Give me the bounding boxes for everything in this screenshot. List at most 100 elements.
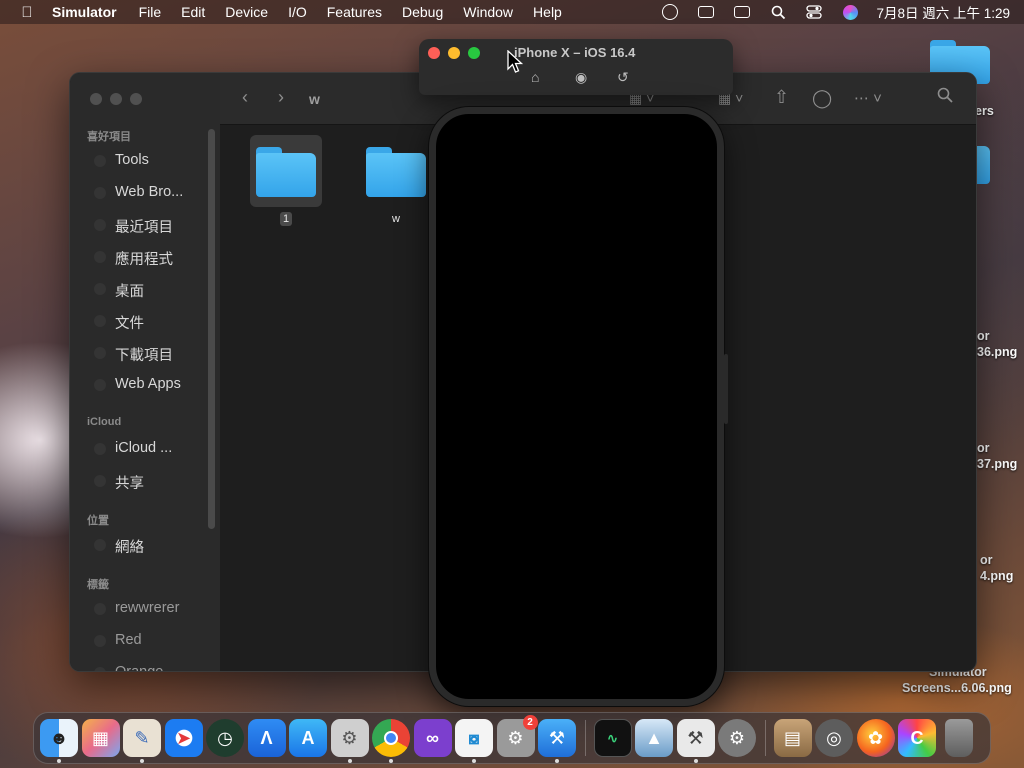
minimize-button[interactable] bbox=[448, 47, 460, 59]
color-picker-icon[interactable]: C bbox=[898, 719, 936, 757]
sidebar-item-network[interactable]: 網絡 bbox=[115, 536, 144, 557]
running-indicator bbox=[389, 759, 393, 763]
desktop-item-label[interactable]: 37.png bbox=[977, 457, 1017, 471]
screenshot-icon[interactable]: ◉ bbox=[575, 69, 587, 86]
settings-icon[interactable]: ⚙ bbox=[718, 719, 756, 757]
system-settings-icon[interactable]: ⚙ 2 bbox=[496, 715, 538, 757]
menu-features[interactable]: Features bbox=[327, 4, 382, 20]
sidebar-item-icon bbox=[94, 283, 106, 295]
sidebar-tag-rewwrerer[interactable]: rewwrerer bbox=[115, 600, 179, 616]
instruments-icon[interactable]: ⚒ bbox=[676, 719, 715, 763]
automator-icon[interactable]: ⚙ bbox=[330, 719, 369, 763]
menu-io[interactable]: I/O bbox=[288, 4, 307, 20]
sidebar-item-icloud-drive[interactable]: iCloud ... bbox=[115, 440, 172, 456]
sidebar-header-favorites: 喜好項目 bbox=[87, 131, 131, 143]
search-icon[interactable] bbox=[768, 4, 788, 20]
menu-clock[interactable]: 7月8日 週六 上午 1:29 bbox=[876, 2, 1010, 22]
sidebar-item-applications[interactable]: 應用程式 bbox=[115, 248, 173, 269]
menu-edit[interactable]: Edit bbox=[181, 4, 205, 20]
running-indicator bbox=[693, 759, 698, 763]
trash-icon[interactable] bbox=[944, 719, 973, 757]
chrome-icon[interactable] bbox=[372, 719, 410, 763]
mouse-cursor-icon bbox=[507, 50, 523, 73]
dock: ☻ ▦ ✎ ➤ ◷ Λ A ⚙ ∞ ⧇ ⚙ 2 ⚒ ∿ ▲ ⚒ ⚙ ▤ ◎ ✿ C bbox=[33, 712, 991, 764]
sidebar-item-tools[interactable]: Tools bbox=[115, 152, 149, 168]
screen-record-icon[interactable] bbox=[660, 4, 680, 20]
sidebar-item-documents[interactable]: 文件 bbox=[115, 312, 144, 333]
control-center-icon[interactable] bbox=[804, 4, 824, 20]
more-actions-icon[interactable]: ⋯ ˅ bbox=[854, 89, 882, 107]
menu-file[interactable]: File bbox=[139, 4, 162, 20]
apple-menu-icon[interactable]:  bbox=[18, 4, 36, 21]
sidebar-scrollbar[interactable] bbox=[208, 129, 215, 529]
simulator-title: iPhone X – iOS 16.4 bbox=[514, 45, 636, 60]
sidebar-item-web-apps[interactable]: Web Apps bbox=[115, 376, 181, 392]
siri-icon[interactable] bbox=[840, 4, 860, 20]
xcode-icon[interactable]: ⚒ bbox=[538, 719, 576, 763]
zoom-button[interactable] bbox=[468, 47, 480, 59]
close-button[interactable] bbox=[90, 93, 102, 105]
sidebar-tag-red[interactable]: Red bbox=[115, 632, 142, 648]
window-title: w bbox=[309, 91, 320, 107]
appstore-connect-icon[interactable]: Λ bbox=[247, 719, 286, 757]
forward-icon[interactable]: › bbox=[278, 87, 284, 108]
zoom-button[interactable] bbox=[130, 93, 142, 105]
home-icon[interactable]: ⌂ bbox=[531, 69, 539, 85]
safari-icon[interactable]: ➤ bbox=[164, 719, 203, 757]
menu-help[interactable]: Help bbox=[533, 4, 562, 20]
sidebar-item-web-browser[interactable]: Web Bro... bbox=[115, 184, 183, 200]
menu-bar:  Simulator File Edit Device I/O Feature… bbox=[0, 0, 1024, 24]
menu-app-simulator[interactable]: Simulator bbox=[52, 4, 117, 20]
sidebar-item-downloads[interactable]: 下載項目 bbox=[115, 344, 173, 365]
app-store-icon[interactable]: A bbox=[289, 719, 327, 757]
finder-icon[interactable]: ☻ bbox=[40, 719, 78, 763]
visual-studio-icon[interactable]: ∞ bbox=[413, 719, 452, 757]
desktop-item-label[interactable]: 36.png bbox=[977, 345, 1017, 359]
tag-icon[interactable]: ◯ bbox=[812, 88, 832, 109]
sidebar-item-icon bbox=[94, 347, 106, 359]
desktop-item-label[interactable]: or bbox=[980, 553, 993, 567]
desktop-item-label[interactable]: 4.png bbox=[980, 569, 1013, 583]
firefox-icon[interactable]: ✿ bbox=[856, 719, 895, 757]
time-machine-icon[interactable]: ◷ bbox=[206, 719, 244, 757]
close-button[interactable] bbox=[428, 47, 440, 59]
desktop-item-label[interactable]: or bbox=[977, 329, 990, 343]
device-screen[interactable] bbox=[429, 107, 728, 706]
dock-separator bbox=[584, 720, 586, 756]
simulator-titlebar: iPhone X – iOS 16.4 ⌂ ◉ ↺ bbox=[419, 39, 733, 95]
share-icon[interactable]: ⇧ bbox=[774, 87, 789, 108]
sidebar-tag-orange[interactable]: Orange bbox=[115, 664, 163, 671]
tag-dot-icon bbox=[94, 667, 106, 671]
archive-icon[interactable]: ▤ bbox=[773, 719, 812, 757]
menu-debug[interactable]: Debug bbox=[402, 4, 443, 20]
sidebar-item-recents[interactable]: 最近項目 bbox=[115, 216, 173, 237]
sidebar-item-icon bbox=[94, 443, 106, 455]
menu-device[interactable]: Device bbox=[225, 4, 268, 20]
folder-label: w bbox=[392, 213, 400, 225]
vscode-icon[interactable]: ⧇ bbox=[455, 719, 493, 763]
desktop-item-label[interactable]: Screens...6.06.png bbox=[902, 681, 1012, 695]
airplay-icon[interactable] bbox=[696, 4, 716, 20]
dock-separator bbox=[764, 720, 766, 756]
sidebar-header-locations: 位置 bbox=[87, 515, 109, 527]
sidebar-item-icon bbox=[94, 187, 106, 199]
textedit-icon[interactable]: ✎ bbox=[123, 719, 161, 763]
back-icon[interactable]: ‹ bbox=[242, 87, 248, 108]
folder-item[interactable]: w bbox=[366, 141, 426, 231]
sidebar-item-desktop[interactable]: 桌面 bbox=[115, 280, 144, 301]
disk-utility-icon[interactable]: ◎ bbox=[815, 719, 853, 757]
launchpad-icon[interactable]: ▦ bbox=[81, 719, 120, 757]
sidebar-item-shared[interactable]: 共享 bbox=[115, 472, 144, 493]
search-icon[interactable] bbox=[937, 87, 953, 108]
desktop-item-label[interactable]: ers bbox=[975, 104, 994, 118]
tag-dot-icon bbox=[94, 635, 106, 647]
stage-manager-icon[interactable] bbox=[732, 4, 752, 20]
menu-window[interactable]: Window bbox=[463, 4, 513, 20]
rotate-icon[interactable]: ↺ bbox=[617, 69, 629, 86]
activity-monitor-icon[interactable]: ∿ bbox=[593, 719, 632, 757]
preview-icon[interactable]: ▲ bbox=[635, 719, 673, 757]
desktop-item-label[interactable]: or bbox=[977, 441, 990, 455]
minimize-button[interactable] bbox=[110, 93, 122, 105]
folder-item[interactable]: 1 bbox=[250, 135, 322, 231]
folder-label: 1 bbox=[256, 212, 316, 226]
